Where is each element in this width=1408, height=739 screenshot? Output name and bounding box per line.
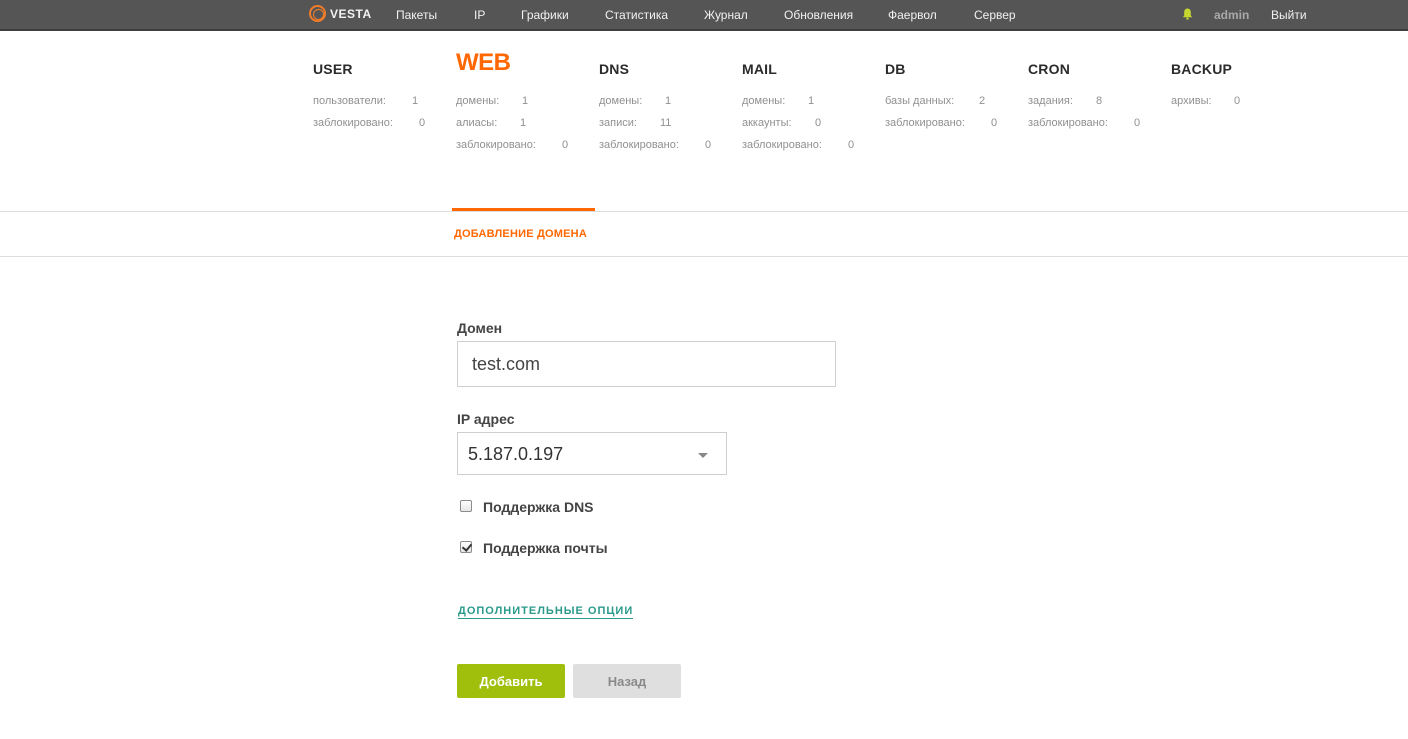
logout-link[interactable]: Выйти: [1271, 8, 1307, 22]
stat-row: заблокировано: 0: [1028, 117, 1141, 129]
nav-server[interactable]: Сервер: [974, 8, 1016, 22]
nav-packages[interactable]: Пакеты: [396, 8, 437, 22]
user-name[interactable]: admin: [1214, 8, 1249, 22]
tab-title: MAIL: [742, 61, 778, 77]
bell-icon[interactable]: [1182, 8, 1193, 20]
nav-ip[interactable]: IP: [474, 8, 485, 22]
dns-support-label[interactable]: Поддержка DNS: [483, 499, 594, 515]
advanced-options-link[interactable]: ДОПОЛНИТЕЛЬНЫЕ ОПЦИИ: [458, 605, 634, 619]
stat-row: архивы: 0: [1171, 95, 1241, 107]
vesta-logo[interactable]: VESTA: [309, 5, 372, 22]
stat-row: алиасы: 1: [456, 117, 527, 129]
stat-row: записи: 11: [599, 117, 672, 129]
stat-row: заблокировано: 0: [456, 139, 569, 151]
nav-updates[interactable]: Обновления: [784, 8, 853, 22]
top-bar: VESTA Пакеты IP Графики Статистика Журна…: [0, 0, 1408, 31]
stat-row: пользователи: 1: [313, 95, 419, 107]
tab-title: WEB: [456, 49, 511, 76]
mail-support-checkbox[interactable]: [460, 541, 472, 553]
tab-backup[interactable]: BACKUP архивы: 0: [1171, 60, 1240, 107]
dns-support-checkbox[interactable]: [460, 500, 472, 512]
active-tab-indicator: [452, 208, 595, 211]
stat-row: задания: 8: [1028, 95, 1103, 107]
stat-row: заблокировано: 0: [599, 139, 712, 151]
add-button[interactable]: Добавить: [457, 664, 565, 698]
stat-row: базы данных: 2: [885, 95, 986, 107]
stat-row: домены: 1: [742, 95, 815, 107]
stat-row: домены: 1: [456, 95, 529, 107]
mail-support-label[interactable]: Поддержка почты: [483, 540, 608, 556]
tab-mail[interactable]: MAIL домены: 1 аккаунты: 0 заблокировано: 0: [742, 60, 854, 151]
tab-title: BACKUP: [1171, 61, 1233, 77]
nav-graphs[interactable]: Графики: [521, 8, 569, 22]
stat-row: заблокировано: 0: [742, 139, 855, 151]
nav-firewall[interactable]: Фаервол: [888, 8, 937, 22]
nav-statistics[interactable]: Статистика: [605, 8, 668, 22]
tab-user[interactable]: USER пользователи: 1 заблокировано: 0: [313, 60, 425, 129]
tab-db[interactable]: DB базы данных: 2 заблокировано: 0: [885, 60, 997, 129]
tab-title: DNS: [599, 61, 630, 77]
tab-web[interactable]: WEB домены: 1 алиасы: 1 заблокировано: 0: [456, 51, 568, 152]
domain-input[interactable]: [457, 341, 836, 387]
divider: [0, 256, 1408, 257]
tab-dns[interactable]: DNS домены: 1 записи: 11 заблокировано: 0: [599, 60, 711, 151]
stat-row: заблокировано: 0: [885, 117, 998, 129]
logo-text: VESTA: [330, 6, 372, 21]
stat-row: заблокировано: 0: [313, 117, 426, 129]
divider: [0, 211, 1408, 212]
logo-icon: [309, 5, 326, 22]
nav-log[interactable]: Журнал: [704, 8, 748, 22]
back-button[interactable]: Назад: [573, 664, 681, 698]
domain-label: Домен: [457, 320, 503, 336]
tab-title: DB: [885, 61, 906, 77]
chevron-down-icon: [698, 453, 708, 458]
tab-title: CRON: [1028, 61, 1071, 77]
tab-title: USER: [313, 61, 353, 77]
stat-row: аккаунты: 0: [742, 117, 822, 129]
page-title: ДОБАВЛЕНИЕ ДОМЕНА: [454, 228, 587, 240]
stat-row: домены: 1: [599, 95, 672, 107]
ip-label: IP адрес: [457, 411, 515, 427]
ip-select-value: 5.187.0.197: [468, 444, 564, 464]
ip-select[interactable]: 5.187.0.197: [457, 432, 727, 475]
tab-cron[interactable]: CRON задания: 8 заблокировано: 0: [1028, 60, 1140, 129]
